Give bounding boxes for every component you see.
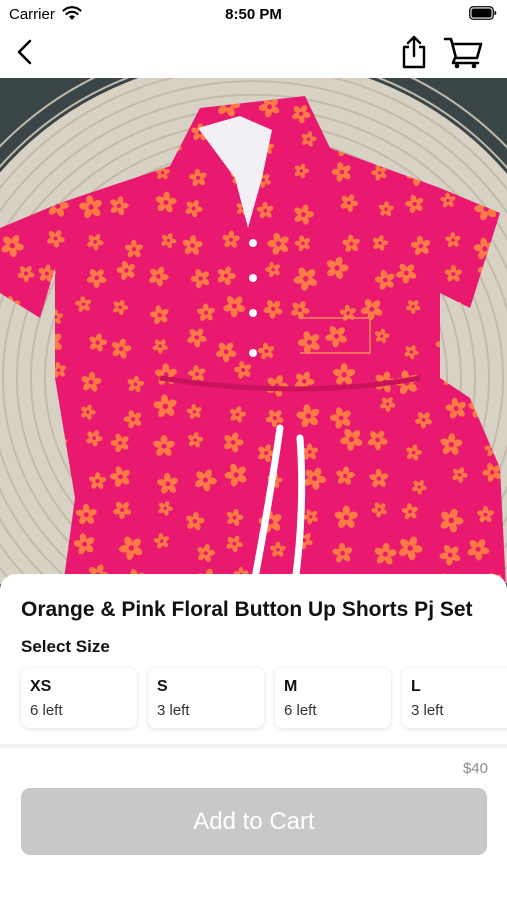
product-image bbox=[0, 78, 507, 608]
share-icon[interactable] bbox=[398, 34, 430, 70]
size-name: XS bbox=[30, 678, 52, 695]
select-size-heading: Select Size bbox=[21, 637, 110, 656]
size-name: M bbox=[284, 678, 298, 695]
price-label: $40 bbox=[462, 760, 488, 777]
size-options[interactable]: XS 6 left S 3 left M 6 left L 3 left bbox=[0, 666, 507, 734]
size-name: S bbox=[157, 678, 168, 695]
section-divider bbox=[0, 744, 507, 748]
size-option-l[interactable]: L 3 left bbox=[402, 668, 507, 728]
product-photo-illustration bbox=[0, 78, 507, 608]
shirt-button bbox=[249, 274, 257, 282]
size-option-xs[interactable]: XS 6 left bbox=[21, 668, 137, 728]
product-title: Orange & Pink Floral Button Up Shorts Pj… bbox=[21, 598, 473, 621]
battery-icon bbox=[469, 6, 497, 20]
shirt-button bbox=[249, 239, 257, 247]
shopping-cart-icon[interactable] bbox=[443, 35, 483, 69]
size-name: L bbox=[411, 678, 421, 695]
navigation-bar bbox=[0, 28, 507, 78]
size-option-m[interactable]: M 6 left bbox=[275, 668, 391, 728]
size-option-s[interactable]: S 3 left bbox=[148, 668, 264, 728]
shirt-button bbox=[249, 309, 257, 317]
size-stock: 6 left bbox=[30, 702, 63, 719]
shirt-button bbox=[249, 349, 257, 357]
status-bar: Carrier 8:50 PM bbox=[0, 0, 507, 28]
size-stock: 6 left bbox=[284, 702, 317, 719]
size-stock: 3 left bbox=[157, 702, 190, 719]
add-to-cart-button[interactable]: Add to Cart bbox=[21, 788, 487, 855]
back-chevron-icon[interactable] bbox=[12, 37, 38, 67]
size-stock: 3 left bbox=[411, 702, 444, 719]
product-detail-sheet: Orange & Pink Floral Button Up Shorts Pj… bbox=[0, 574, 507, 900]
status-time: 8:50 PM bbox=[225, 6, 282, 23]
